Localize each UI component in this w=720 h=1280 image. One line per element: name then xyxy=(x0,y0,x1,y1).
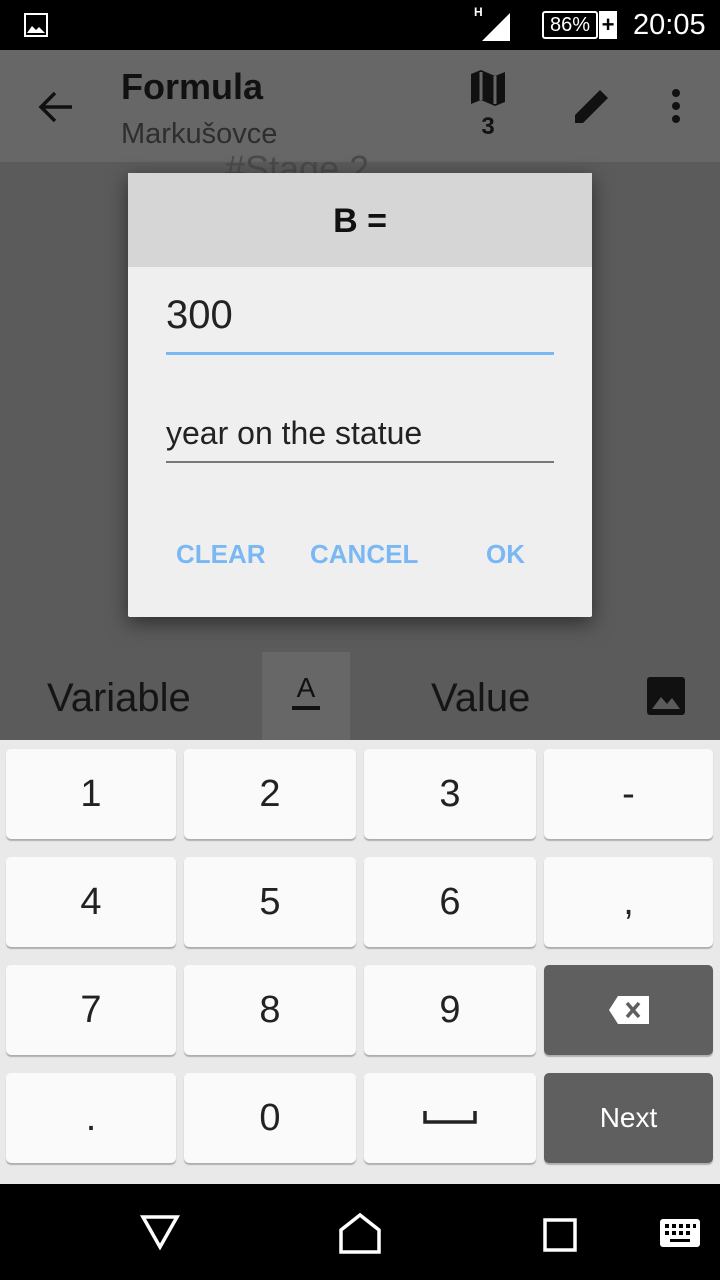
cancel-button[interactable]: CANCEL xyxy=(310,539,418,570)
dialog-title: B = xyxy=(128,173,592,267)
navigation-bar xyxy=(0,1184,720,1280)
battery-level: 86% xyxy=(542,11,598,39)
key-8[interactable]: 8 xyxy=(184,965,356,1055)
signal-icon xyxy=(482,13,510,41)
key-backspace[interactable] xyxy=(544,965,713,1055)
back-arrow-icon[interactable] xyxy=(38,89,74,125)
tab-variable[interactable]: Variable xyxy=(47,676,191,721)
key-6[interactable]: 6 xyxy=(364,857,536,947)
variable-dialog: B = 300 year on the statue CLEAR CANCEL … xyxy=(128,173,592,617)
page-subtitle: Markušovce xyxy=(121,118,278,150)
space-icon xyxy=(423,1111,477,1124)
map-icon xyxy=(471,70,505,106)
clear-button[interactable]: CLEAR xyxy=(176,539,266,570)
more-options-icon[interactable] xyxy=(668,88,684,124)
map-count: 3 xyxy=(481,113,495,140)
app-bar xyxy=(0,50,720,162)
image-icon[interactable] xyxy=(647,677,685,715)
charging-icon: + xyxy=(599,11,617,39)
text-underline xyxy=(292,706,320,710)
map-button[interactable]: 3 xyxy=(466,68,510,141)
key-9[interactable]: 9 xyxy=(364,965,536,1055)
image-notification-icon xyxy=(24,13,48,37)
key-5[interactable]: 5 xyxy=(184,857,356,947)
key-3[interactable]: 3 xyxy=(364,749,536,839)
text-mode-tab[interactable]: A xyxy=(262,652,350,740)
key-period[interactable]: . xyxy=(6,1073,176,1163)
numeric-keyboard: 1 2 3- 4 5 6, 7 8 9. 0 Next xyxy=(0,740,720,1184)
clock: 20:05 xyxy=(633,9,706,41)
key-4[interactable]: 4 xyxy=(6,857,176,947)
key-space[interactable] xyxy=(364,1073,536,1163)
key-7[interactable]: 7 xyxy=(6,965,176,1055)
edit-pencil-icon[interactable] xyxy=(572,86,612,126)
description-input[interactable]: year on the statue xyxy=(166,415,554,463)
value-input[interactable]: 300 xyxy=(166,293,554,355)
key-2[interactable]: 2 xyxy=(184,749,356,839)
tab-value[interactable]: Value xyxy=(431,676,530,721)
key-comma[interactable]: , xyxy=(544,857,713,947)
key-1[interactable]: 1 xyxy=(6,749,176,839)
backspace-icon xyxy=(608,996,649,1024)
recents-nav-icon[interactable] xyxy=(543,1218,577,1252)
text-format-icon: A xyxy=(296,672,316,703)
key-next[interactable]: Next xyxy=(544,1073,713,1163)
back-nav-icon[interactable] xyxy=(140,1214,180,1250)
page-title: Formula xyxy=(121,66,264,107)
ok-button[interactable]: OK xyxy=(486,539,525,570)
key-0[interactable]: 0 xyxy=(184,1073,356,1163)
status-bar: H 86% + 20:05 xyxy=(0,0,720,50)
keyboard-switch-icon[interactable] xyxy=(660,1219,700,1247)
key-minus[interactable]: - xyxy=(544,749,713,839)
home-nav-icon[interactable] xyxy=(338,1212,382,1254)
